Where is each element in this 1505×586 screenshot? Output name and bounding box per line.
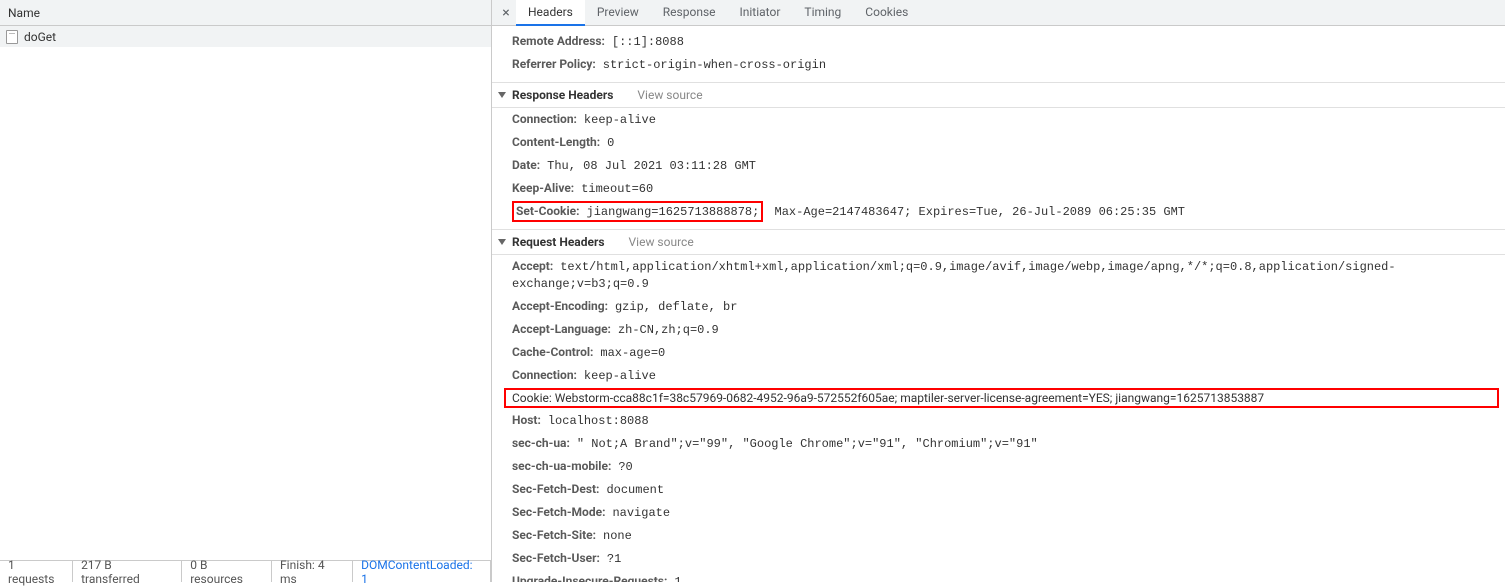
req-sec-ch-ua: sec-ch-ua: " Not;A Brand";v="99", "Googl… [492, 432, 1505, 455]
req-sfd-value: document [606, 483, 664, 497]
tab-timing[interactable]: Timing [792, 0, 853, 26]
req-accept-value: text/html,application/xhtml+xml,applicat… [512, 260, 1396, 291]
request-headers-section[interactable]: Request Headers View source [492, 229, 1505, 255]
req-cache-control: Cache-Control: max-age=0 [492, 341, 1505, 364]
headers-detail-scroll[interactable]: Remote Address: [::1]:8088 Referrer Poli… [492, 26, 1505, 582]
request-name-label: doGet [24, 30, 56, 44]
referrer-policy-key: Referrer Policy: [512, 57, 596, 71]
req-sfm-value: navigate [612, 506, 670, 520]
req-ae-key: Accept-Encoding: [512, 299, 608, 313]
req-sec-fetch-dest: Sec-Fetch-Dest: document [492, 478, 1505, 501]
tab-headers[interactable]: Headers [516, 0, 585, 26]
resp-date: Date: Thu, 08 Jul 2021 03:11:28 GMT [492, 154, 1505, 177]
req-sfu-value: ?1 [607, 552, 621, 566]
status-domcontentloaded: DOMContentLoaded: 1 [353, 561, 491, 582]
req-host-key: Host: [512, 413, 541, 427]
req-al-value: zh-CN,zh;q=0.9 [618, 323, 719, 337]
request-headers-title: Request Headers [512, 235, 605, 249]
resp-sc-value-rest: Max-Age=2147483647; Expires=Tue, 26-Jul-… [767, 205, 1185, 219]
chevron-down-icon [498, 239, 506, 245]
document-icon [6, 30, 18, 44]
resp-connection-value: keep-alive [584, 113, 656, 127]
req-accept-encoding: Accept-Encoding: gzip, deflate, br [492, 295, 1505, 318]
req-cookie-value: Webstorm-cca88c1f=38c57969-0682-4952-96a… [555, 391, 1264, 405]
req-cc-value: max-age=0 [600, 346, 665, 360]
general-remote-address: Remote Address: [::1]:8088 [492, 30, 1505, 53]
resp-date-value: Thu, 08 Jul 2021 03:11:28 GMT [547, 159, 756, 173]
resp-set-cookie: Set-Cookie: jiangwang=1625713888878; Max… [492, 200, 1505, 223]
detail-tabs: × Headers Preview Response Initiator Tim… [492, 0, 1505, 26]
req-accept-key: Accept: [512, 259, 553, 273]
req-uir-key: Upgrade-Insecure-Requests: [512, 574, 667, 582]
status-finish: Finish: 4 ms [272, 561, 353, 582]
req-cookie-key: Cookie: [512, 391, 552, 405]
req-sec-fetch-mode: Sec-Fetch-Mode: navigate [492, 501, 1505, 524]
requests-column-header[interactable]: Name [0, 0, 491, 26]
req-accept-language: Accept-Language: zh-CN,zh;q=0.9 [492, 318, 1505, 341]
req-host: Host: localhost:8088 [492, 409, 1505, 432]
request-row-doget[interactable]: doGet [0, 26, 491, 47]
view-source-link[interactable]: View source [637, 88, 702, 102]
tab-response[interactable]: Response [651, 0, 728, 26]
remote-address-key: Remote Address: [512, 34, 605, 48]
response-headers-title: Response Headers [512, 88, 613, 102]
resp-keep-alive: Keep-Alive: timeout=60 [492, 177, 1505, 200]
tab-cookies[interactable]: Cookies [853, 0, 920, 26]
resp-sc-key: Set-Cookie: [516, 204, 580, 218]
req-sfu-key: Sec-Fetch-User: [512, 551, 600, 565]
cookie-highlight-row: Cookie: Webstorm-cca88c1f=38c57969-0682-… [504, 388, 1499, 408]
req-cc-key: Cache-Control: [512, 345, 593, 359]
set-cookie-highlight: Set-Cookie: jiangwang=1625713888878; [512, 201, 763, 222]
req-scum-value: ?0 [618, 460, 632, 474]
resp-cl-value: 0 [607, 136, 614, 150]
resp-ka-value: timeout=60 [581, 182, 653, 196]
req-uir-value: 1 [674, 575, 681, 582]
req-sec-fetch-user: Sec-Fetch-User: ?1 [492, 547, 1505, 570]
tab-preview[interactable]: Preview [585, 0, 651, 26]
resp-connection-key: Connection: [512, 112, 577, 126]
req-upgrade-insecure: Upgrade-Insecure-Requests: 1 [492, 570, 1505, 582]
referrer-policy-value: strict-origin-when-cross-origin [603, 58, 826, 72]
req-sfm-key: Sec-Fetch-Mode: [512, 505, 605, 519]
status-requests: 1 requests [0, 561, 73, 582]
req-connection: Connection: keep-alive [492, 364, 1505, 387]
resp-content-length: Content-Length: 0 [492, 131, 1505, 154]
req-scua-key: sec-ch-ua: [512, 436, 570, 450]
req-scum-key: sec-ch-ua-mobile: [512, 459, 611, 473]
req-sfs-value: none [603, 529, 632, 543]
req-scua-value: " Not;A Brand";v="99", "Google Chrome";v… [577, 437, 1038, 451]
general-referrer-policy: Referrer Policy: strict-origin-when-cros… [492, 53, 1505, 76]
req-accept: Accept: text/html,application/xhtml+xml,… [492, 255, 1505, 295]
close-icon[interactable]: × [496, 3, 516, 23]
req-host-value: localhost:8088 [548, 414, 649, 428]
req-sfd-key: Sec-Fetch-Dest: [512, 482, 599, 496]
view-source-link[interactable]: View source [629, 235, 694, 249]
devtools-container: Name doGet 1 requests 217 B transferred … [0, 0, 1505, 582]
request-list: doGet [0, 26, 491, 560]
network-requests-panel: Name doGet 1 requests 217 B transferred … [0, 0, 492, 582]
chevron-down-icon [498, 92, 506, 98]
req-conn-key: Connection: [512, 368, 577, 382]
resp-cl-key: Content-Length: [512, 135, 600, 149]
details-panel: × Headers Preview Response Initiator Tim… [492, 0, 1505, 582]
req-conn-value: keep-alive [584, 369, 656, 383]
tab-initiator[interactable]: Initiator [728, 0, 793, 26]
req-sec-ch-ua-mobile: sec-ch-ua-mobile: ?0 [492, 455, 1505, 478]
resp-ka-key: Keep-Alive: [512, 181, 574, 195]
status-resources: 0 B resources [182, 561, 272, 582]
req-al-key: Accept-Language: [512, 322, 611, 336]
resp-sc-value-highlighted: jiangwang=1625713888878; [587, 205, 760, 219]
req-ae-value: gzip, deflate, br [615, 300, 737, 314]
req-sec-fetch-site: Sec-Fetch-Site: none [492, 524, 1505, 547]
req-sfs-key: Sec-Fetch-Site: [512, 528, 596, 542]
status-transferred: 217 B transferred [73, 561, 182, 582]
remote-address-value: [::1]:8088 [612, 35, 684, 49]
resp-connection: Connection: keep-alive [492, 108, 1505, 131]
resp-date-key: Date: [512, 158, 540, 172]
status-bar: 1 requests 217 B transferred 0 B resourc… [0, 560, 491, 582]
response-headers-section[interactable]: Response Headers View source [492, 82, 1505, 108]
